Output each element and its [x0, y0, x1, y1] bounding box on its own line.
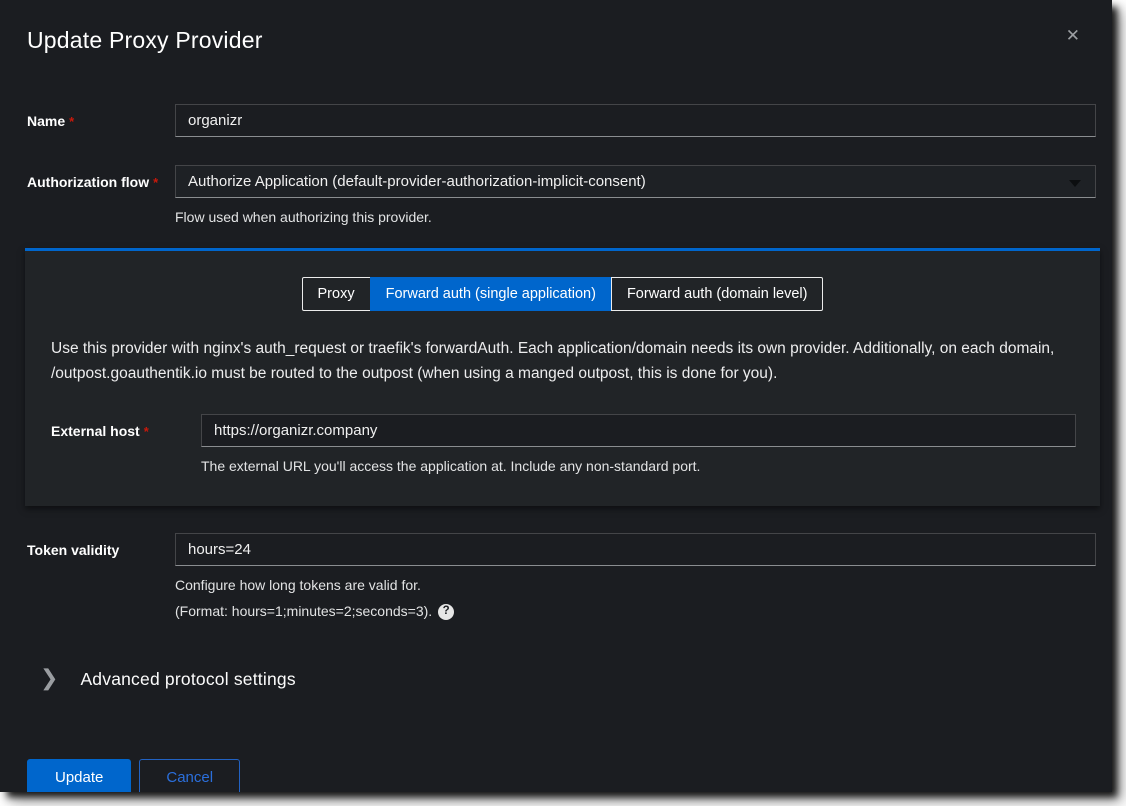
update-button[interactable]: Update [27, 759, 131, 792]
external-host-row: External host * The external URL you'll a… [49, 414, 1076, 476]
modal-footer: Update Cancel [27, 759, 1112, 792]
external-host-input[interactable] [201, 414, 1076, 447]
required-asterisk: * [69, 114, 74, 129]
authorization-flow-row: Authorization flow * Authorize Applicatio… [0, 165, 1112, 227]
required-asterisk: * [144, 424, 149, 439]
token-validity-label: Token validity [27, 542, 119, 558]
mode-description: Use this provider with nginx's auth_requ… [51, 337, 1074, 387]
authorization-flow-help: Flow used when authorizing this provider… [175, 207, 1096, 227]
authorization-flow-select[interactable]: Authorize Application (default-provider-… [175, 165, 1096, 198]
update-proxy-provider-modal: Update Proxy Provider ✕ Name * Authorizat… [0, 0, 1112, 792]
name-label: Name [27, 113, 65, 129]
chevron-down-icon [1069, 180, 1081, 187]
authorization-flow-label: Authorization flow [27, 174, 149, 190]
close-icon[interactable]: ✕ [1066, 28, 1080, 45]
required-asterisk: * [153, 175, 158, 190]
tab-forward-auth-domain-level[interactable]: Forward auth (domain level) [611, 277, 824, 311]
name-row: Name * [0, 104, 1112, 137]
chevron-right-icon: ❯ [40, 667, 58, 689]
token-validity-help-line2: (Format: hours=1;minutes=2;seconds=3). [175, 601, 432, 621]
mode-toggle-group: Proxy Forward auth (single application) … [49, 277, 1076, 311]
authorization-flow-selected-value: Authorize Application (default-provider-… [188, 173, 646, 190]
cancel-button[interactable]: Cancel [139, 759, 240, 792]
token-validity-help-line1: Configure how long tokens are valid for. [175, 575, 1096, 595]
token-validity-row: Token validity Configure how long tokens… [0, 533, 1112, 622]
external-host-help: The external URL you'll access the appli… [201, 456, 1076, 476]
advanced-protocol-settings-label: Advanced protocol settings [80, 669, 295, 690]
tab-proxy[interactable]: Proxy [302, 277, 371, 311]
provider-form: Name * Authorization flow * Authorize Appl… [0, 104, 1112, 792]
token-validity-input[interactable] [175, 533, 1096, 566]
modal-header: Update Proxy Provider ✕ [0, 0, 1112, 54]
tab-forward-auth-single-application[interactable]: Forward auth (single application) [370, 277, 612, 311]
question-circle-icon[interactable]: ? [438, 604, 454, 620]
advanced-protocol-settings-toggle[interactable]: ❯ Advanced protocol settings [40, 669, 296, 691]
modal-title: Update Proxy Provider [27, 27, 1084, 54]
external-host-label: External host [51, 423, 140, 439]
name-input[interactable] [175, 104, 1096, 137]
proxy-mode-card: Proxy Forward auth (single application) … [25, 248, 1100, 506]
